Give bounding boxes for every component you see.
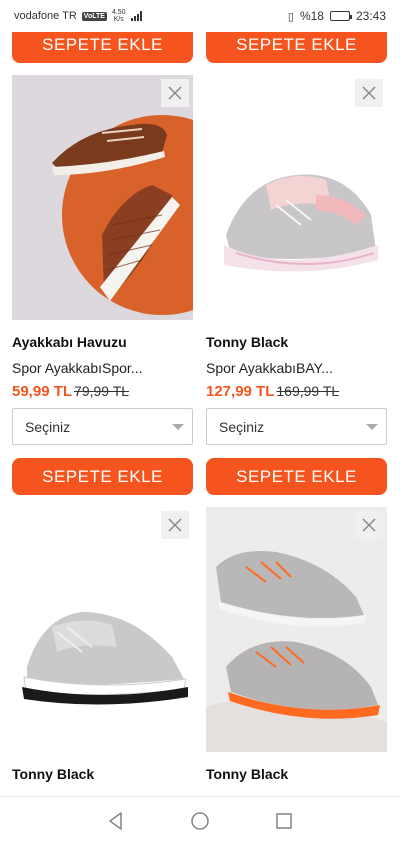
network-speed: 4.50 K/s	[111, 9, 126, 23]
product-brand: Tonny Black	[206, 334, 289, 350]
home-circle-icon[interactable]	[189, 810, 211, 832]
sale-price: 127,99 TL	[206, 383, 275, 400]
vibrate-icon: ▯	[287, 10, 294, 23]
battery-text: %18	[299, 9, 324, 23]
close-icon	[362, 86, 376, 100]
system-navigation-bar	[0, 796, 400, 844]
close-icon	[362, 518, 376, 532]
battery-icon	[329, 11, 352, 21]
back-triangle-icon[interactable]	[105, 810, 127, 832]
signal-icon	[130, 11, 142, 21]
grey-white-sneaker-image	[12, 507, 193, 752]
product-image[interactable]	[206, 507, 387, 752]
remove-item-button[interactable]	[355, 511, 383, 539]
product-image[interactable]	[206, 75, 387, 320]
clock: 23:43	[355, 9, 386, 23]
price-row: 127,99 TL 169,99 TL	[206, 383, 339, 400]
size-select-value: Seçiniz	[25, 418, 71, 435]
add-to-cart-button[interactable]: SEPETE EKLE	[206, 458, 387, 495]
product-name[interactable]: Spor AyakkabıSpor...	[12, 360, 143, 376]
size-select-value: Seçiniz	[219, 418, 265, 435]
remove-item-button[interactable]	[355, 79, 383, 107]
brown-sneakers-image	[12, 75, 193, 320]
price-row: 59,99 TL 79,99 TL	[12, 383, 129, 400]
remove-item-button[interactable]	[161, 79, 189, 107]
remove-item-button[interactable]	[161, 511, 189, 539]
chevron-down-icon	[172, 424, 184, 430]
size-select[interactable]: Seçiniz	[206, 408, 387, 445]
product-brand: Ayakkabı Havuzu	[12, 334, 127, 350]
recents-square-icon[interactable]	[273, 810, 295, 832]
status-bar: vodafone TR VoLTE 4.50 K/s ▯ %18 23:43	[0, 0, 400, 32]
sale-price: 59,99 TL	[12, 383, 73, 400]
original-price: 79,99 TL	[74, 383, 130, 399]
close-icon	[168, 518, 182, 532]
product-image[interactable]	[12, 75, 193, 320]
close-icon	[168, 86, 182, 100]
size-select[interactable]: Seçiniz	[12, 408, 193, 445]
product-brand: Tonny Black	[12, 766, 95, 782]
volte-badge: VoLTE	[81, 11, 107, 21]
add-to-cart-button[interactable]: SEPETE EKLE	[12, 458, 193, 495]
product-brand: Tonny Black	[206, 766, 289, 782]
grey-orange-sneakers-image	[206, 507, 387, 752]
product-name[interactable]: Spor AyakkabıBAY...	[206, 360, 333, 376]
original-price: 169,99 TL	[276, 383, 340, 399]
product-image[interactable]	[12, 507, 193, 752]
carrier-name: vodafone TR	[14, 10, 77, 22]
chevron-down-icon	[366, 424, 378, 430]
grey-pink-sneaker-image	[206, 75, 387, 320]
